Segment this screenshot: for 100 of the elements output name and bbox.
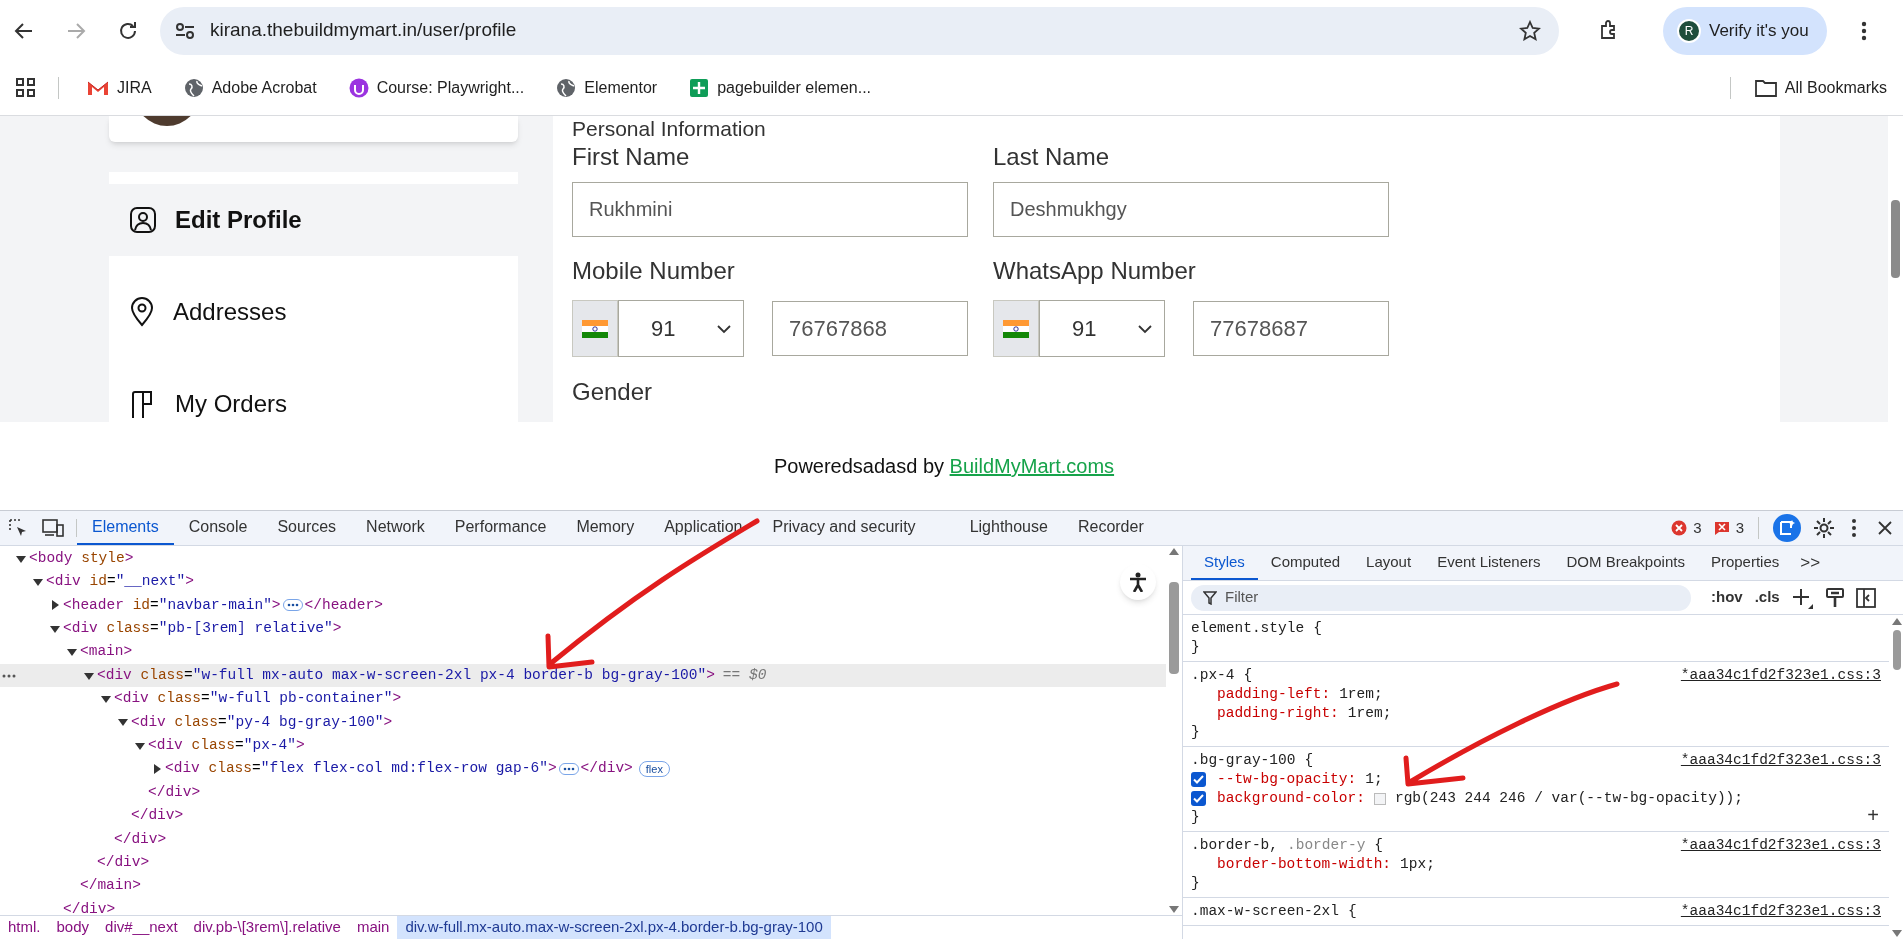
devtools-tab[interactable]: Elements [77,511,174,545]
hover-state-toggle[interactable]: :hov [1711,586,1743,609]
devtools-tab[interactable]: Memory [561,511,650,545]
stylesheet-link[interactable]: *aaa34c1fd2f323e1.css:3 [1680,902,1881,921]
device-toolbar-icon[interactable] [42,519,64,537]
phone-input[interactable]: 76767868 [772,301,968,356]
country-code-select[interactable]: 91 [618,300,744,357]
collapsed-triangle-icon[interactable] [50,600,60,611]
css-property[interactable]: padding-right: [1217,704,1339,723]
expanded-triangle-icon[interactable] [16,553,26,564]
paint-roller-icon[interactable] [1825,587,1844,608]
ai-assistant-icon[interactable] [1773,514,1801,542]
breadcrumb-item[interactable]: div.pb-\[3rem\].relative [185,916,349,939]
css-selector[interactable]: .bg-gray-100 [1191,752,1296,768]
dom-tree-row[interactable]: <div class="flex flex-col md:flex-row gap-6"> </div> flex [0,757,1166,781]
flag-selector[interactable] [572,300,618,357]
expanded-triangle-icon[interactable] [118,717,128,728]
bookmark-link[interactable]: JIRA [81,76,158,100]
devtools-tab[interactable]: Application [649,511,758,545]
more-options-icon[interactable] [1851,518,1857,538]
dom-tree-row[interactable]: <header id="navbar-main"> </header> [0,593,1166,618]
expanded-triangle-icon[interactable] [50,623,60,634]
expanded-triangle-icon[interactable] [67,647,77,658]
scroll-down-icon[interactable] [1169,906,1179,913]
devtools-tab[interactable]: Lighthouse [954,511,1063,545]
scrollbar-thumb[interactable] [1891,200,1900,278]
styles-tab[interactable]: Event Listeners [1424,546,1554,580]
dom-tree-row[interactable]: <div class="py-4 bg-gray-100"> [0,710,1166,735]
issue-flag-icon[interactable] [1713,520,1730,536]
devtools-tab[interactable]: Performance [439,511,562,545]
stylesheet-link[interactable]: *aaa34c1fd2f323e1.css:3 [1680,666,1881,685]
text-input[interactable]: Deshmukhgy [993,182,1389,237]
css-property[interactable]: --tw-bg-opacity: [1217,770,1357,789]
dom-tree-row[interactable]: <div class="w-full mx-auto max-w-screen-2xl px-4 border-b bg-gray-100"> == $0 [0,663,1166,688]
bookmark-link[interactable]: Adobe Acrobat [177,76,323,100]
apps-grid-icon[interactable] [16,78,36,98]
scroll-down-icon[interactable] [1892,930,1902,937]
bookmark-link[interactable]: Elementor [550,76,664,100]
breadcrumb-item[interactable]: div#__next [97,916,186,939]
scroll-up-icon[interactable] [1169,548,1179,555]
css-selector[interactable]: .border-y [1287,837,1366,853]
error-icon[interactable] [1671,520,1688,536]
css-property[interactable]: border-bottom-width: [1217,855,1392,874]
css-selector[interactable]: .px-4 [1191,667,1235,683]
all-bookmarks-link[interactable]: All Bookmarks [1754,76,1887,100]
styles-tab[interactable]: Styles [1191,546,1258,580]
class-toggle[interactable]: .cls [1754,586,1780,609]
devtools-tab[interactable]: Privacy and security [757,511,931,545]
devtools-tab[interactable]: Console [173,511,263,545]
close-icon[interactable] [1877,520,1893,536]
css-selector[interactable]: element.style [1191,620,1305,636]
verify-button[interactable]: R Verify it's you [1663,6,1827,55]
dom-tree-row[interactable]: <div class="w-full pb-container"> [0,687,1166,711]
css-value[interactable]: 1rem; [1339,685,1383,704]
country-code-select[interactable]: 91 [1039,300,1165,357]
more-tabs-button[interactable]: >> [1792,546,1829,580]
scrollbar-thumb[interactable] [1169,582,1179,674]
css-property[interactable]: background-color: [1217,789,1365,808]
filter-input[interactable]: Filter [1191,584,1691,611]
expanded-triangle-icon[interactable] [33,577,43,588]
ellipsis-pill-icon[interactable] [558,763,579,776]
scroll-up-icon[interactable] [1892,618,1902,625]
styles-tab[interactable]: DOM Breakpoints [1553,546,1698,580]
styles-tab[interactable]: Layout [1353,546,1425,580]
breadcrumb-item[interactable]: div.w-full.mx-auto.max-w-screen-2xl.px-4.border-b.bg-gray-100 [397,916,831,939]
sidebar-item[interactable]: Edit Profile [109,184,518,256]
breadcrumb-item[interactable]: body [48,916,98,939]
stylesheet-link[interactable]: *aaa34c1fd2f323e1.css:3 [1680,836,1881,855]
css-value[interactable]: rgb(243 244 246 / var(--tw-bg-opacity)); [1394,789,1743,808]
breadcrumb-item[interactable]: main [348,916,398,939]
dom-tree-row[interactable]: <body style> [0,547,1166,571]
color-swatch[interactable] [1373,792,1386,805]
scrollbar-thumb[interactable] [1893,630,1901,670]
text-input[interactable]: Rukhmini [572,182,968,237]
star-icon[interactable] [1519,19,1541,42]
ellipsis-pill-icon[interactable] [282,599,303,612]
flag-selector[interactable] [993,300,1039,357]
accessibility-button[interactable] [1120,564,1156,600]
css-selector[interactable]: .max-w-screen-2xl [1191,903,1339,919]
stylesheet-link[interactable]: *aaa34c1fd2f323e1.css:3 [1680,751,1881,770]
bookmark-link[interactable]: pagebuilder elemen... [683,76,878,100]
property-checkbox[interactable] [1191,791,1206,806]
expanded-triangle-icon[interactable] [84,670,94,681]
bookmark-link[interactable]: Course: Playwright... [342,76,531,100]
expanded-triangle-icon[interactable] [135,740,145,751]
devtools-tab[interactable]: Recorder [1062,511,1159,545]
devtools-tab[interactable]: Network [351,511,440,545]
styles-tab[interactable]: Computed [1257,546,1354,580]
css-selector[interactable]: .border-b, [1191,837,1278,853]
settings-icon[interactable] [1813,517,1835,539]
add-property-button[interactable]: + [1867,805,1879,825]
sidebar-toggle-icon[interactable] [1855,587,1876,608]
address-bar[interactable]: kirana.thebuildmymart.in/user/profile [160,6,1559,55]
css-property[interactable]: padding-left: [1217,685,1331,704]
css-value[interactable]: 1; [1365,770,1383,789]
row-actions-icon[interactable] [2,673,16,678]
phone-input[interactable]: 77678687 [1193,301,1389,356]
property-checkbox[interactable] [1191,772,1206,787]
css-value[interactable]: 1rem; [1347,704,1392,723]
add-rule-icon[interactable] [1791,586,1814,609]
